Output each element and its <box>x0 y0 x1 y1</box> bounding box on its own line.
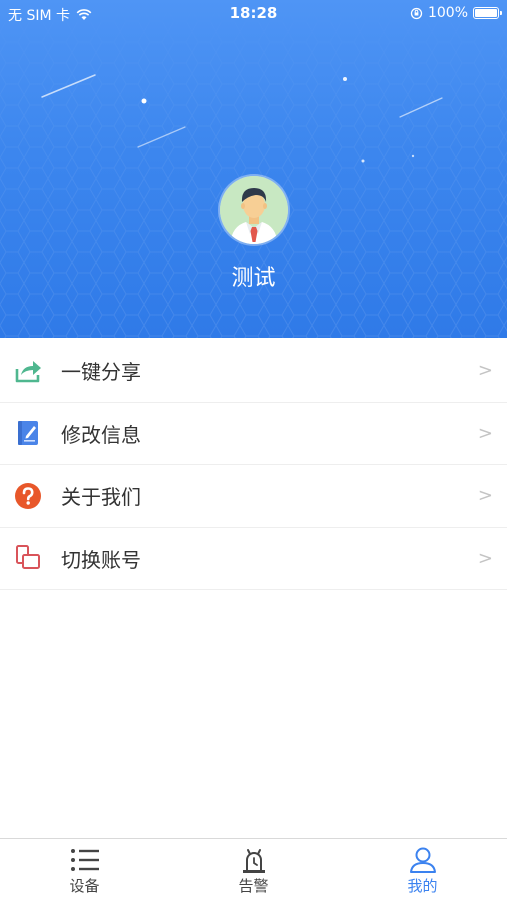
menu-item-about-us[interactable]: 关于我们 > <box>0 465 507 528</box>
tab-devices[interactable]: 设备 <box>0 839 169 900</box>
menu-item-label: 切换账号 <box>61 547 141 572</box>
bottom-tab-bar: 设备 告警 我的 <box>0 838 507 900</box>
tab-alarms[interactable]: 告警 <box>169 839 338 900</box>
edit-document-icon <box>13 418 43 448</box>
switch-account-icon <box>13 543 43 573</box>
user-icon <box>407 845 439 875</box>
profile-header: 无 SIM 卡 18:28 100% 测试 <box>0 0 507 338</box>
user-name: 测试 <box>231 266 276 291</box>
settings-menu: 一键分享 > 修改信息 > 关于我们 > 切换账号 > <box>0 340 507 590</box>
chevron-right-icon: > <box>477 360 493 381</box>
menu-item-label: 一键分享 <box>61 360 141 385</box>
share-icon <box>13 356 43 386</box>
tab-label: 我的 <box>407 877 438 895</box>
chevron-right-icon: > <box>477 485 493 506</box>
user-avatar-icon <box>220 176 288 244</box>
menu-item-label: 修改信息 <box>61 422 141 447</box>
orientation-lock-icon <box>410 7 423 19</box>
list-icon <box>69 845 101 875</box>
status-bar: 无 SIM 卡 18:28 100% <box>0 0 507 28</box>
alarm-icon <box>238 845 270 875</box>
tab-label: 设备 <box>69 877 100 895</box>
avatar[interactable] <box>220 176 288 244</box>
menu-item-share[interactable]: 一键分享 > <box>0 340 507 403</box>
question-icon <box>13 481 43 511</box>
tab-mine[interactable]: 我的 <box>338 839 507 900</box>
battery-percent: 100% <box>427 5 468 21</box>
tab-label: 告警 <box>238 877 269 895</box>
menu-item-label: 关于我们 <box>61 485 141 510</box>
battery-icon <box>473 7 502 19</box>
menu-item-switch-account[interactable]: 切换账号 > <box>0 527 507 590</box>
chevron-right-icon: > <box>477 547 493 569</box>
menu-item-edit-info[interactable]: 修改信息 > <box>0 402 507 465</box>
chevron-right-icon: > <box>477 422 493 444</box>
